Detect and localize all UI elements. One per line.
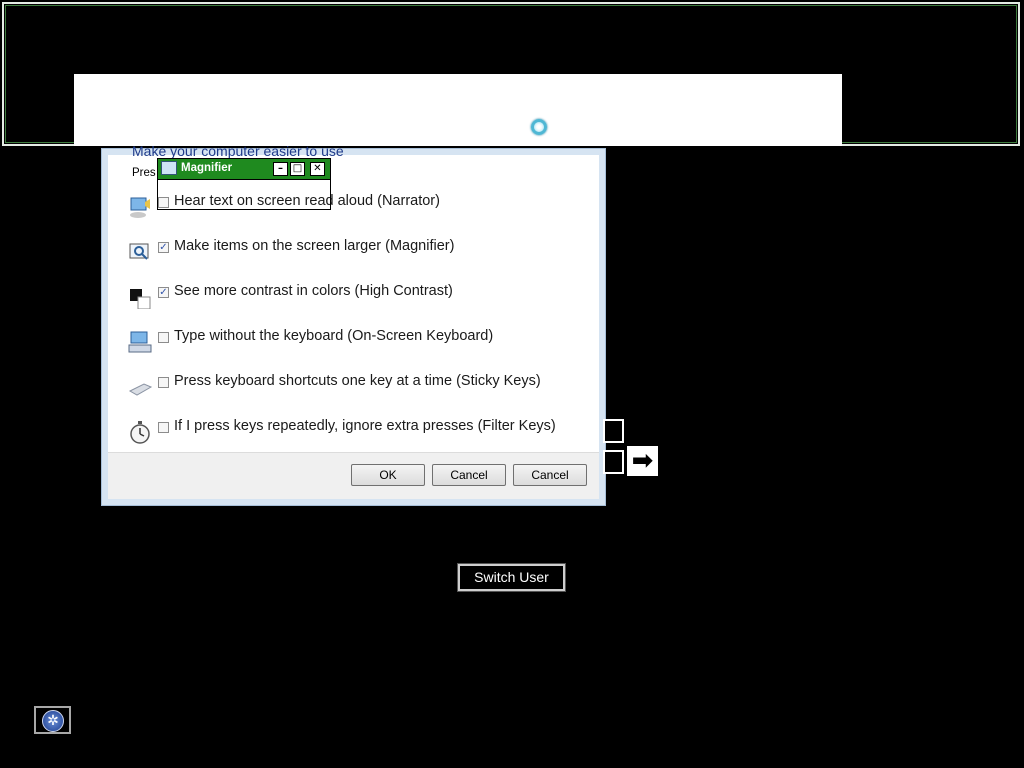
magnified-content (74, 74, 842, 146)
filter-keys-checkbox[interactable] (158, 422, 169, 433)
narrator-icon (130, 197, 150, 218)
option-sticky-keys[interactable]: Press keyboard shortcuts one key at a ti… (128, 373, 598, 403)
option-on-screen-keyboard[interactable]: Type without the keyboard (On-Screen Key… (128, 328, 598, 358)
keyboard-icon (128, 331, 152, 353)
magnifier-body (158, 180, 330, 209)
high-contrast-icon (130, 289, 151, 309)
sticky-keys-icon (128, 383, 152, 396)
close-icon[interactable]: ✕ (310, 162, 325, 176)
option-high-contrast[interactable]: ✓ See more contrast in colors (High Cont… (128, 283, 598, 313)
stopwatch-icon (130, 421, 150, 444)
magnifier-icon (129, 243, 149, 260)
option-magnifier[interactable]: ✓ Make items on the screen larger (Magni… (128, 238, 598, 268)
password-field-edge[interactable] (603, 450, 624, 474)
magnifier-title: Magnifier (181, 162, 233, 174)
cancel-button-secondary[interactable]: Cancel (513, 464, 587, 486)
cancel-button[interactable]: Cancel (432, 464, 506, 486)
magnifier-window[interactable]: Magnifier – □ ✕ (157, 158, 331, 210)
high-contrast-checkbox[interactable]: ✓ (158, 287, 169, 298)
ok-button[interactable]: OK (351, 464, 425, 486)
submit-arrow-icon[interactable]: ➡ (627, 446, 658, 476)
magnifier-checkbox[interactable]: ✓ (158, 242, 169, 253)
ease-of-access-icon: ✲ (42, 710, 64, 732)
dialog-footer: OK Cancel Cancel (108, 452, 599, 499)
magnifier-title-bar[interactable]: Magnifier – □ ✕ (158, 159, 330, 180)
option-label: Press keyboard shortcuts one key at a ti… (174, 373, 541, 389)
ease-of-access-button[interactable]: ✲ (34, 706, 71, 734)
maximize-icon[interactable]: □ (290, 162, 305, 176)
user-tile-edge[interactable] (603, 419, 624, 443)
sticky-keys-checkbox[interactable] (158, 377, 169, 388)
option-filter-keys[interactable]: If I press keys repeatedly, ignore extra… (128, 418, 598, 448)
magnifier-lens-view (2, 2, 1020, 146)
on-screen-keyboard-checkbox[interactable] (158, 332, 169, 343)
switch-user-button[interactable]: Switch User (457, 563, 566, 592)
magnifier-app-icon (161, 161, 177, 175)
dialog-heading: Make your computer easier to use (132, 143, 344, 159)
option-label: Make items on the screen larger (Magnifi… (174, 238, 455, 254)
minimize-icon[interactable]: – (273, 162, 288, 176)
busy-spinner-icon (531, 119, 547, 135)
option-label: If I press keys repeatedly, ignore extra… (174, 418, 556, 434)
option-label: See more contrast in colors (High Contra… (174, 283, 453, 299)
option-label: Type without the keyboard (On-Screen Key… (174, 328, 494, 344)
